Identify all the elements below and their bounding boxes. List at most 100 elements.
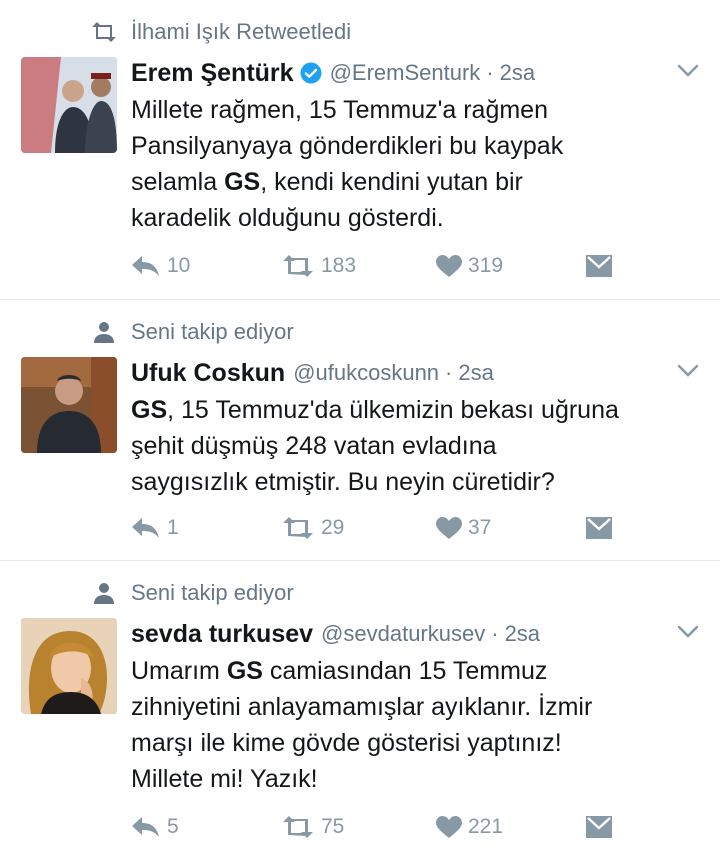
separator: · [491, 621, 499, 646]
social-context[interactable]: Seni takip ediyor [88, 579, 294, 607]
like-count: 319 [468, 254, 504, 277]
avatar[interactable] [21, 357, 117, 453]
direct-message-icon [586, 517, 612, 539]
like-button[interactable]: 37 [436, 512, 491, 544]
social-context[interactable]: Seni takip ediyor [88, 318, 294, 346]
social-context-text: Seni takip ediyor [131, 580, 294, 605]
social-context-text: İlhami Işık Retweetledi [131, 19, 352, 44]
display-name[interactable]: Erem Şentürk [131, 59, 294, 88]
text-segment: Umarım [131, 657, 227, 685]
separator: · [486, 60, 494, 85]
tweet-text-line: karadelik olduğunu gösterdi. [131, 200, 691, 236]
action-bar: 10 183 319 [131, 250, 720, 282]
separator: · [445, 360, 453, 385]
tweet[interactable]: Seni takip ediyor sevda turkusev @sevdat… [0, 561, 720, 868]
tweet-text-line: Millete mi! Yazık! [131, 761, 691, 797]
hashtag-text: GS [131, 396, 168, 424]
text-segment: marşı ile kime gövde gösterisi yaptınız! [131, 729, 562, 757]
direct-message-icon [586, 255, 612, 277]
reply-button[interactable]: 5 [131, 811, 179, 843]
tweet-text: Millete rağmen, 15 Temmuz'a rağmen Pansil… [131, 92, 691, 236]
retweet-button[interactable]: 29 [281, 512, 344, 544]
tweet-header: Ufuk Coskun @ufukcoskunn · 2sa [131, 357, 494, 389]
tweet-text-line: saygısızlık etmiştir. Bu neyin cüretidir… [131, 464, 691, 500]
tweet-text: Umarım GS camiasından 15 Temmuz zihniyeti… [131, 653, 691, 797]
retweet-count: 183 [321, 254, 357, 277]
tweet-text-line: Umarım GS camiasından 15 Temmuz [131, 653, 691, 689]
reply-count: 5 [167, 815, 179, 838]
social-context-text: Seni takip ediyor [131, 319, 294, 344]
tweet-header: Erem Şentürk @EremSenturk · 2sa [131, 57, 535, 89]
reply-count: 10 [167, 254, 191, 277]
display-name[interactable]: Ufuk Coskun [131, 359, 285, 388]
chevron-down-icon[interactable] [677, 364, 699, 378]
tweet-text-line: Pansilyanyaya gönderdikleri bu kaypak [131, 128, 691, 164]
like-button[interactable]: 221 [436, 811, 503, 843]
text-segment: karadelik olduğunu gösterdi. [131, 204, 444, 232]
text-segment: Millete mi! Yazık! [131, 765, 318, 793]
tweet[interactable]: İlhami Işık Retweetledi Erem Şentürk @Er… [0, 0, 720, 300]
reply-button[interactable]: 10 [131, 250, 190, 282]
chevron-down-icon[interactable] [677, 625, 699, 639]
like-count: 37 [468, 516, 492, 539]
retweet-icon [88, 18, 120, 46]
direct-message-button[interactable] [586, 811, 612, 843]
person-icon [88, 579, 120, 607]
text-segment: camiasından 15 Temmuz [262, 657, 548, 685]
tweet-text-line: şehit düşmüş 248 vatan evladına [131, 428, 691, 464]
reply-icon [131, 816, 161, 838]
tweet-header: sevda turkusev @sevdaturkusev · 2sa [131, 618, 540, 650]
hashtag-text: GS [226, 657, 263, 685]
username[interactable]: @EremSenturk [330, 60, 481, 86]
direct-message-button[interactable] [586, 250, 612, 282]
retweet-button[interactable]: 183 [281, 250, 356, 282]
display-name[interactable]: sevda turkusev [131, 620, 313, 649]
retweet-count: 75 [321, 815, 345, 838]
chevron-down-icon[interactable] [677, 64, 699, 78]
username[interactable]: @ufukcoskunn [293, 360, 439, 386]
like-icon [436, 517, 462, 539]
direct-message-icon [586, 816, 612, 838]
timestamp[interactable]: 2sa [505, 621, 540, 647]
reply-icon [131, 517, 161, 539]
like-icon [436, 255, 462, 277]
retweet-icon [281, 255, 315, 277]
like-count: 221 [468, 815, 504, 838]
verified-badge-icon [300, 62, 322, 84]
tweet-text-line: selamla GS, kendi kendini yutan bir [131, 164, 691, 200]
tweet-text: GS, 15 Temmuz'da ülkemizin bekası uğruna… [131, 392, 691, 500]
social-context[interactable]: İlhami Işık Retweetledi [88, 18, 351, 46]
action-bar: 5 75 221 [131, 811, 720, 843]
timestamp[interactable]: 2sa [458, 360, 493, 386]
text-segment: selamla [131, 168, 225, 196]
avatar[interactable] [21, 57, 117, 153]
retweet-icon [281, 816, 315, 838]
tweet-text-line: marşı ile kime gövde gösterisi yaptınız! [131, 725, 691, 761]
like-icon [436, 816, 462, 838]
text-segment: Pansilyanyaya gönderdikleri bu kaypak [131, 132, 564, 160]
person-icon [88, 318, 120, 346]
direct-message-button[interactable] [586, 512, 612, 544]
text-segment: Millete rağmen, 15 Temmuz'a rağmen [131, 96, 548, 124]
action-bar: 1 29 37 [131, 512, 720, 544]
text-segment: , kendi kendini yutan bir [260, 168, 523, 196]
timestamp[interactable]: 2sa [500, 60, 535, 86]
text-segment: , 15 Temmuz'da ülkemizin bekası uğruna [167, 396, 619, 424]
like-button[interactable]: 319 [436, 250, 503, 282]
avatar[interactable] [21, 618, 117, 714]
retweet-button[interactable]: 75 [281, 811, 344, 843]
retweet-count: 29 [321, 516, 345, 539]
retweet-icon [281, 517, 315, 539]
tweet[interactable]: Seni takip ediyor Ufuk Coskun @ufukcosku… [0, 300, 720, 561]
text-segment: zihniyetini anlayamamışlar ayıklanır. İz… [131, 693, 593, 721]
reply-button[interactable]: 1 [131, 512, 179, 544]
tweet-text-line: zihniyetini anlayamamışlar ayıklanır. İz… [131, 689, 691, 725]
tweet-text-line: Millete rağmen, 15 Temmuz'a rağmen [131, 92, 691, 128]
tweet-text-line: GS, 15 Temmuz'da ülkemizin bekası uğruna [131, 392, 691, 428]
reply-icon [131, 255, 161, 277]
username[interactable]: @sevdaturkusev [321, 621, 485, 647]
reply-count: 1 [167, 516, 179, 539]
text-segment: şehit düşmüş 248 vatan evladına [131, 432, 497, 460]
text-segment: saygısızlık etmiştir. Bu neyin cüretidir… [131, 468, 555, 496]
hashtag-text: GS [224, 168, 261, 196]
